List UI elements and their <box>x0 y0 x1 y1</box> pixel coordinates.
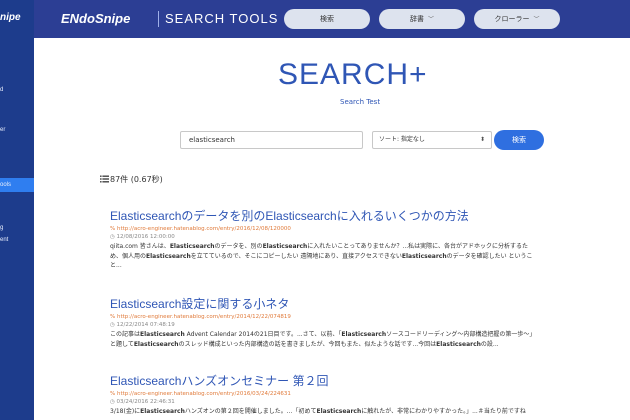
search-input[interactable]: elasticsearch <box>180 131 363 149</box>
brand-divider <box>158 11 159 27</box>
list-icon <box>100 175 109 183</box>
sort-select-value: ソート: 指定なし <box>379 136 425 143</box>
result-count: 87件 (0.67秒) <box>100 174 163 185</box>
nav-search-label: 検索 <box>320 15 334 23</box>
snippet-line: と... <box>110 262 122 269</box>
nav-crawler-label: クローラー <box>494 15 530 23</box>
nav-dictionary-label: 辞書 <box>409 15 424 23</box>
result-snippet: この記事はElasticsearch Advent Calendar 2014の… <box>110 330 610 349</box>
search-logo: SEARCH+ <box>278 58 428 91</box>
nav-crawler-button[interactable]: クローラー ﹀ <box>474 9 560 29</box>
snippet-line: と題してElasticsearchのスレッド構成といった内部構造の話を書きました… <box>110 340 499 348</box>
result-snippet: qiita.com 皆さんは、Elasticsearchのデータを、別のElas… <box>110 242 610 271</box>
result-url-link[interactable]: % http://acro-engineer.hatenablog.com/en… <box>110 225 610 233</box>
top-header: ENdoSnipe SEARCH TOOLS 検索 辞書 ﹀ クローラー ﹀ <box>34 0 630 38</box>
sidebar-item[interactable]: ent <box>0 234 34 246</box>
sidebar: nipe d er ools g ent <box>0 0 34 420</box>
result-item: Elasticsearchのデータを別のElasticsearchに入れるいくつ… <box>110 208 610 271</box>
sidebar-item-active[interactable]: ools <box>0 178 34 192</box>
chevron-down-icon: ﹀ <box>427 16 434 23</box>
result-snippet: 3/18(金)にElasticsearchハンズオンの第２回を開催しました。..… <box>110 407 610 417</box>
search-button[interactable]: 検索 <box>494 130 544 150</box>
result-date: ◷ 03/24/2016 22:46:31 <box>110 399 175 405</box>
snippet-line: 3/18(金)にElasticsearchハンズオンの第２回を開催しました。..… <box>110 408 526 415</box>
result-item: Elasticsearch設定に関する小ネタ % http://acro-eng… <box>110 296 610 349</box>
result-date: ◷ 12/22/2014 07:48:19 <box>110 322 175 328</box>
nav-dictionary-button[interactable]: 辞書 ﹀ <box>379 9 465 29</box>
sort-select[interactable]: ソート: 指定なし ⬍ <box>372 131 492 149</box>
search-subtitle: Search Test <box>340 98 381 106</box>
snippet-line: め、個人用のElasticsearchを立てているので、そこにコピーしたい 遠隔… <box>110 252 533 260</box>
brand-subtitle: SEARCH TOOLS <box>165 11 279 26</box>
snippet-line: qiita.com 皆さんは、Elasticsearchのデータを、別のElas… <box>110 243 529 250</box>
sidebar-item[interactable]: g <box>0 222 34 234</box>
result-url-link[interactable]: % http://acro-engineer.hatenablog.com/en… <box>110 390 610 398</box>
sidebar-item[interactable]: d <box>0 84 34 96</box>
result-url-link[interactable]: % http://acro-engineer.hatenablog.com/en… <box>110 313 610 321</box>
snippet-line: この記事はElasticsearch Advent Calendar 2014の… <box>110 331 536 338</box>
nav-search-button[interactable]: 検索 <box>284 9 370 29</box>
result-count-text: 87件 (0.67秒) <box>110 175 163 184</box>
sidebar-item[interactable]: er <box>0 124 34 136</box>
result-title-link[interactable]: Elasticsearchのデータを別のElasticsearchに入れるいくつ… <box>110 208 610 224</box>
result-item: Elasticsearchハンズオンセミナー 第２回 % http://acro… <box>110 373 610 417</box>
result-title-link[interactable]: Elasticsearchハンズオンセミナー 第２回 <box>110 373 610 389</box>
select-arrows-icon: ⬍ <box>479 136 485 143</box>
result-title-link[interactable]: Elasticsearch設定に関する小ネタ <box>110 296 610 312</box>
brand-logo[interactable]: ENdoSnipe <box>61 11 130 26</box>
chevron-down-icon: ﹀ <box>533 16 540 23</box>
result-date: ◷ 12/08/2016 12:00:00 <box>110 234 175 240</box>
sidebar-logo: nipe <box>0 12 21 23</box>
